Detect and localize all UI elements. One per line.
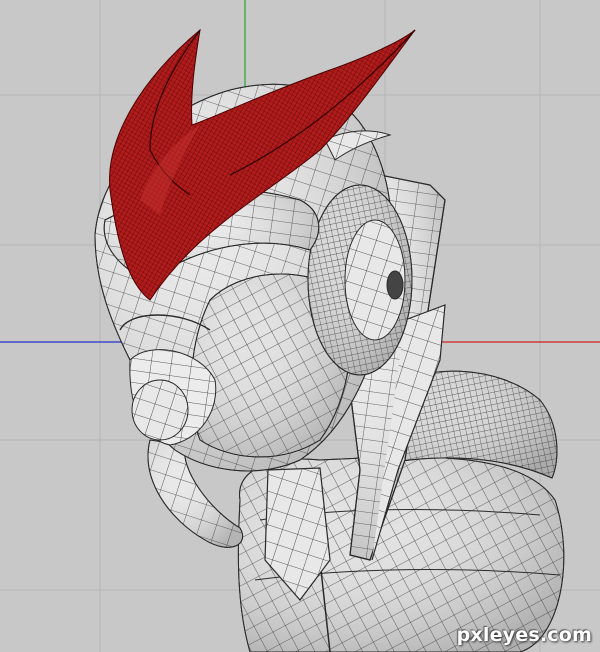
wireframe-render [0,0,600,652]
ear-disc-mesh [307,184,413,376]
3d-viewport[interactable]: pxleyes.com [0,0,600,652]
watermark-logo: pxleyes.com [456,624,592,646]
